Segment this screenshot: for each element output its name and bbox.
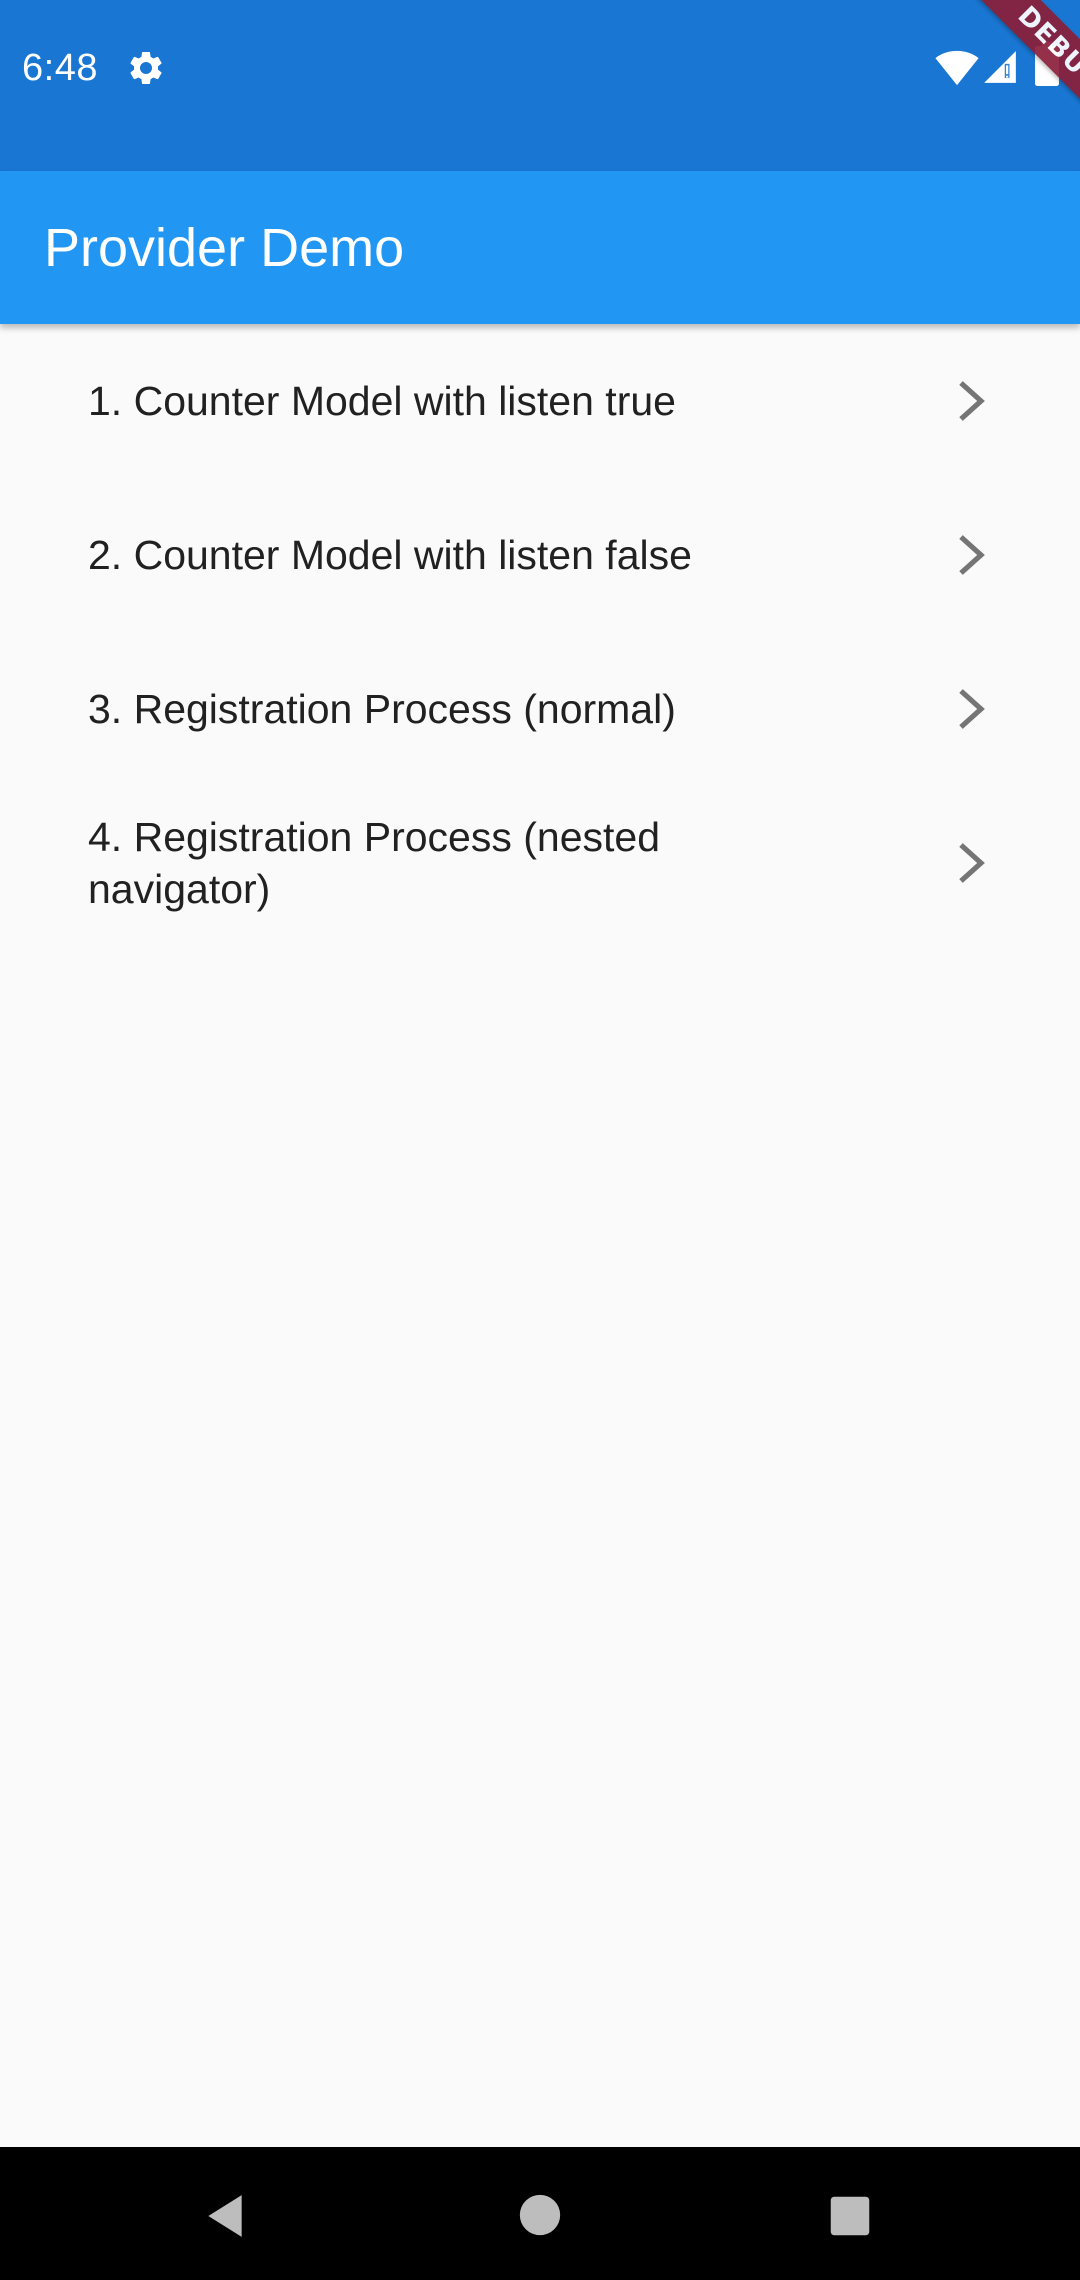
chevron-right-icon: [959, 843, 985, 883]
chevron-right-icon: [959, 689, 985, 729]
list-item-registration-normal[interactable]: 3. Registration Process (normal): [0, 632, 1080, 786]
list-item-registration-nested[interactable]: 4. Registration Process (nested navigato…: [0, 786, 1080, 940]
back-icon[interactable]: [200, 2191, 250, 2241]
recents-icon[interactable]: [829, 2195, 871, 2237]
status-bar: 6:48: [0, 0, 1080, 171]
list-item-label: 1. Counter Model with listen true: [88, 378, 676, 424]
home-icon[interactable]: [518, 2193, 562, 2237]
status-time: 6:48: [22, 47, 98, 89]
list-item-label: 3. Registration Process (normal): [88, 686, 676, 732]
signal-icon: [984, 51, 1016, 83]
list-item-counter-listen-false[interactable]: 2. Counter Model with listen false: [0, 478, 1080, 632]
list-item-counter-listen-true[interactable]: 1. Counter Model with listen true: [0, 324, 1080, 478]
navigation-bar: [0, 2147, 1080, 2280]
screen: 6:48 DEBUG Provider Demo 1. Counter Mode…: [0, 0, 1080, 2280]
chevron-right-icon: [959, 535, 985, 575]
app-bar: Provider Demo: [0, 171, 1080, 324]
list-item-label: 4. Registration Process (nested navigato…: [88, 814, 660, 912]
chevron-right-icon: [959, 381, 985, 421]
wifi-icon: [935, 50, 979, 86]
page-title: Provider Demo: [44, 218, 405, 278]
gear-icon: [130, 51, 162, 84]
list-item-label: 2. Counter Model with listen false: [88, 532, 692, 578]
